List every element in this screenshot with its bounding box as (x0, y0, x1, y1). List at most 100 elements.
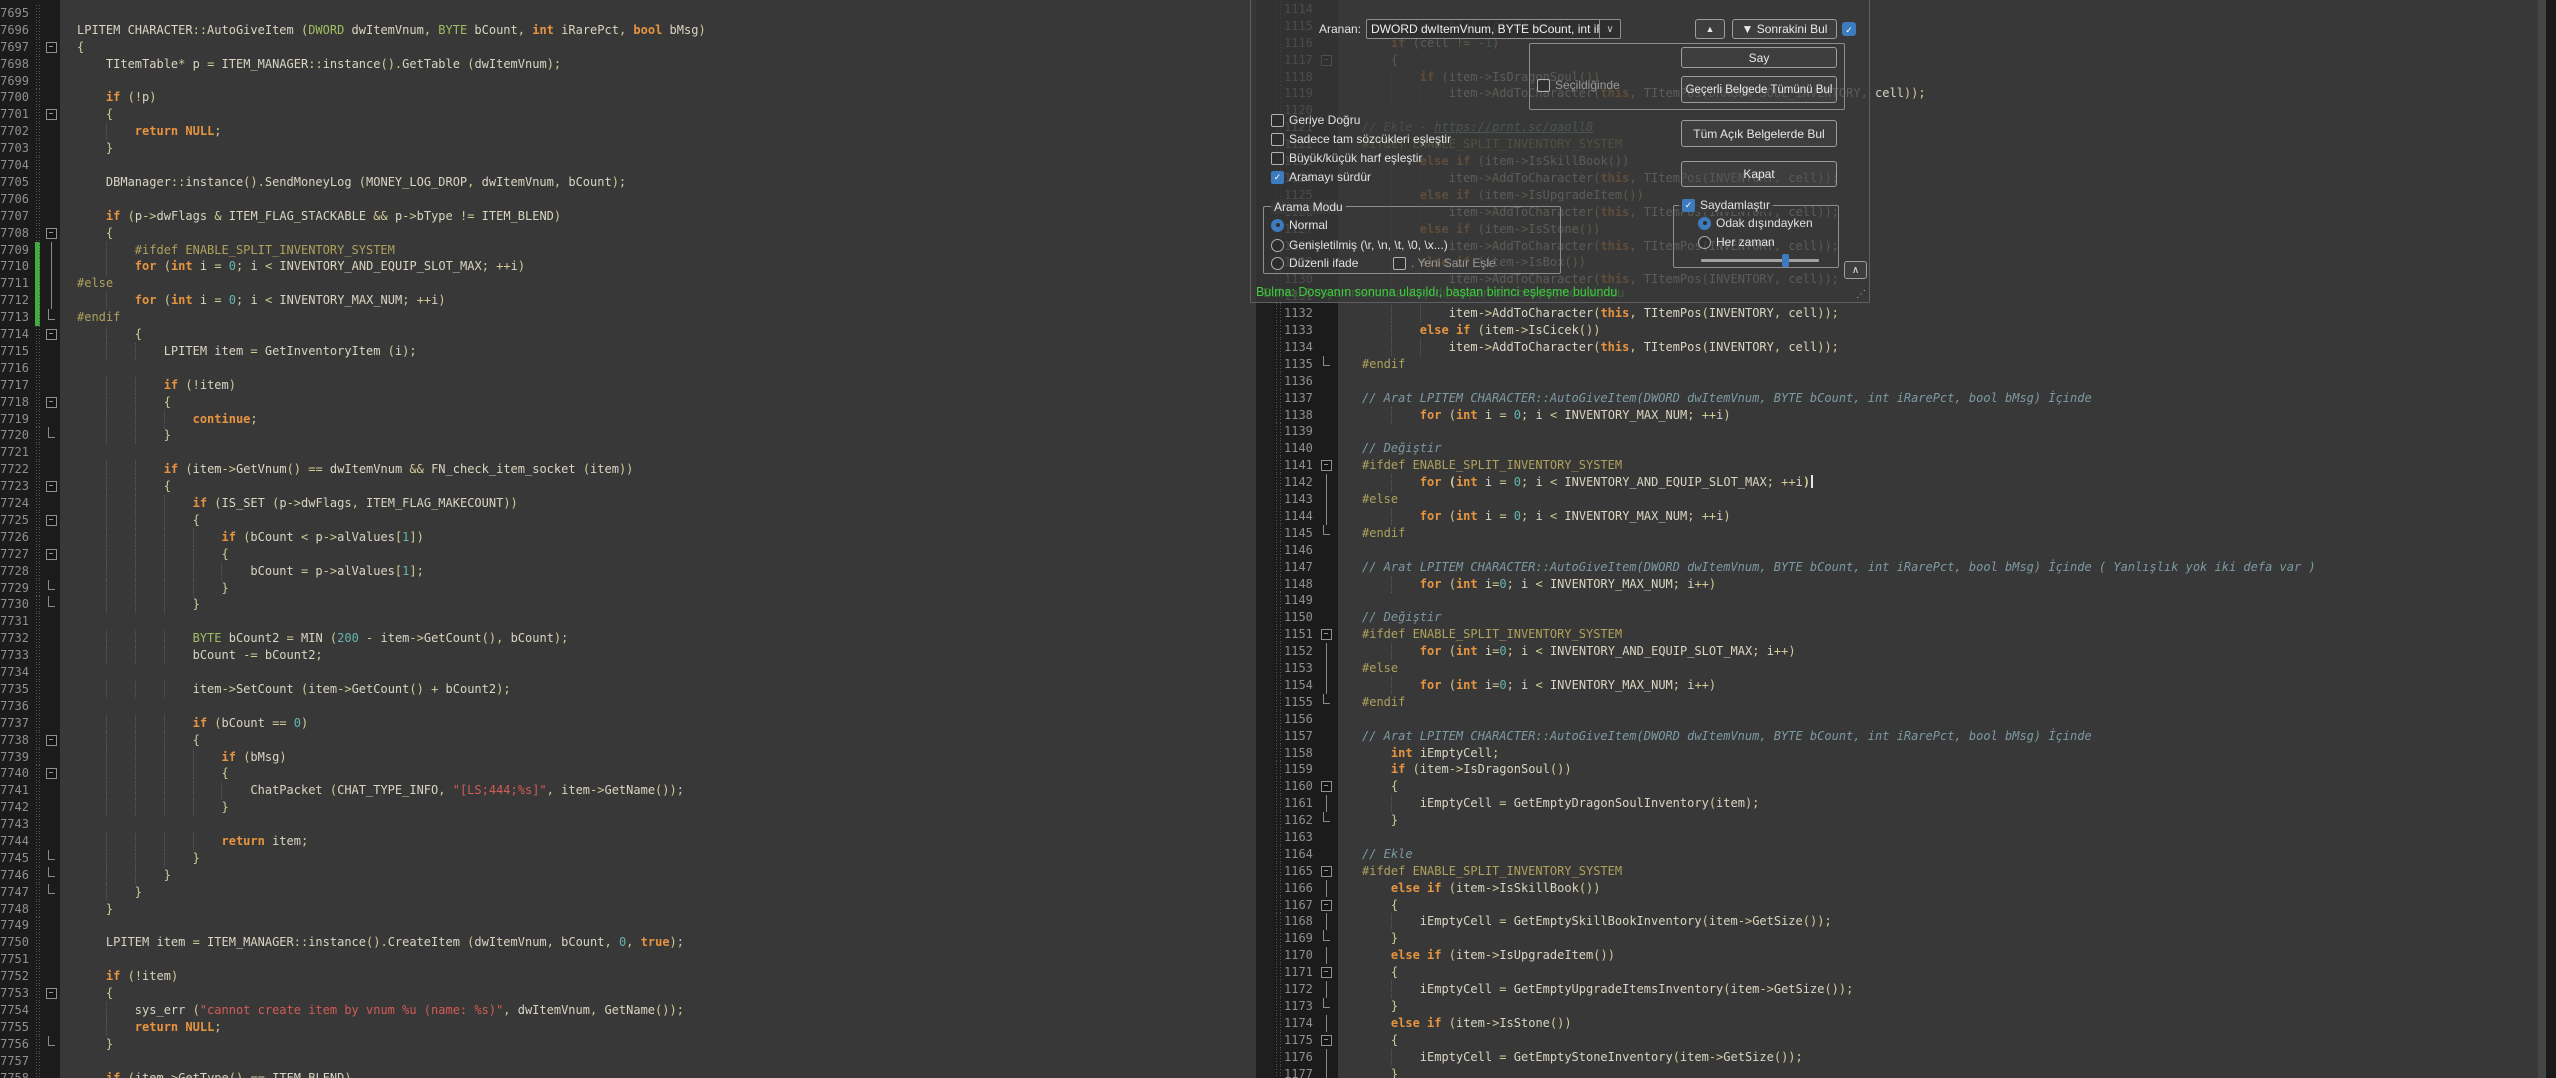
fold-margin[interactable]: − (42, 225, 60, 242)
code-text[interactable]: { (60, 732, 1256, 749)
code-text[interactable]: // Değiştir (1338, 609, 2538, 626)
line-number[interactable]: 1160 (1284, 778, 1314, 795)
line-number[interactable]: 7695 (0, 5, 34, 22)
code-text[interactable]: } (60, 1036, 1256, 1053)
code-line[interactable]: 7716 (0, 360, 1256, 377)
code-text[interactable]: iEmptyCell = GetEmptyUpgradeItemsInvento… (1338, 981, 2538, 998)
wrap-around-checkbox[interactable]: ✓ Aramayı sürdür (1271, 170, 1371, 184)
line-number[interactable]: 7743 (0, 816, 34, 833)
code-line[interactable]: 7745 } (0, 850, 1256, 867)
fold-margin[interactable] (42, 901, 60, 918)
code-line[interactable]: 1134 item->AddToCharacter(this, TItemPos… (1274, 339, 2538, 356)
code-line[interactable]: 7744 return item; (0, 833, 1256, 850)
line-number[interactable]: 7744 (0, 833, 34, 850)
code-line[interactable]: 7750 LPITEM item = ITEM_MANAGER::instanc… (0, 934, 1256, 951)
fold-collapse-icon[interactable]: − (1321, 967, 1332, 978)
code-line[interactable]: 7749 (0, 917, 1256, 934)
fold-margin[interactable] (1314, 947, 1338, 964)
code-text[interactable]: if (!item) (60, 968, 1256, 985)
code-text[interactable]: // Değiştir (1338, 440, 2538, 457)
transparency-checkbox[interactable]: ✓ Saydamlaştır (1679, 198, 1773, 212)
fold-margin[interactable] (1314, 407, 1338, 424)
fold-collapse-icon[interactable]: − (46, 515, 57, 526)
code-text[interactable]: if (bCount < p->alValues[1]) (60, 529, 1256, 546)
line-number[interactable]: 1135 (1284, 356, 1314, 373)
code-line[interactable]: 7714− { (0, 326, 1256, 343)
code-text[interactable]: for (int i = 0; i < INVENTORY_MAX_NUM; +… (1338, 407, 2538, 424)
line-number[interactable]: 1145 (1284, 525, 1314, 542)
collapse-button[interactable]: ∧ (1844, 261, 1867, 279)
code-line[interactable]: 1171− { (1274, 964, 2538, 981)
line-number[interactable]: 1150 (1284, 609, 1314, 626)
fold-margin[interactable]: − (1314, 457, 1338, 474)
fold-margin[interactable]: − (42, 985, 60, 1002)
match-case-checkbox[interactable]: Büyük/küçük harf eşleştir (1271, 151, 1422, 165)
match-case-box-icon[interactable] (1271, 152, 1284, 165)
fold-margin[interactable] (42, 73, 60, 90)
line-number[interactable]: 7731 (0, 613, 34, 630)
code-text[interactable]: } (1338, 1066, 2538, 1078)
code-text[interactable]: } (1338, 812, 2538, 829)
fold-collapse-icon[interactable]: − (46, 768, 57, 779)
fold-margin[interactable] (1314, 981, 1338, 998)
code-text[interactable]: } (60, 901, 1256, 918)
code-text[interactable]: if (bCount == 0) (60, 715, 1256, 732)
code-line[interactable]: 7758 if (item->GetType() == ITEM_BLEND) (0, 1070, 1256, 1078)
fold-margin[interactable]: − (42, 546, 60, 563)
in-selection-checkbox[interactable]: Seçildiğinde (1537, 78, 1620, 92)
fold-margin[interactable] (42, 850, 60, 867)
code-line[interactable]: 1155#endif (1274, 694, 2538, 711)
line-number[interactable]: 1149 (1284, 592, 1314, 609)
code-line[interactable]: 7722 if (item->GetVnum() == dwItemVnum &… (0, 461, 1256, 478)
fold-margin[interactable]: − (1314, 1032, 1338, 1049)
code-line[interactable]: 7756 } (0, 1036, 1256, 1053)
fold-margin[interactable]: − (1314, 626, 1338, 643)
code-line[interactable]: 7697−{ (0, 39, 1256, 56)
fold-margin[interactable] (1314, 508, 1338, 525)
code-text[interactable]: #else (60, 275, 1256, 292)
line-number[interactable]: 1166 (1284, 880, 1314, 897)
code-text[interactable]: else if (item->IsSkillBook()) (1338, 880, 2538, 897)
line-number[interactable]: 7737 (0, 715, 34, 732)
fold-margin[interactable] (42, 411, 60, 428)
line-number[interactable]: 1168 (1284, 913, 1314, 930)
code-line[interactable]: 7720 } (0, 427, 1256, 444)
line-number[interactable]: 7730 (0, 596, 34, 613)
code-line[interactable]: 7708− { (0, 225, 1256, 242)
code-text[interactable]: } (1338, 930, 2538, 947)
line-number[interactable]: 7727 (0, 546, 34, 563)
line-number[interactable]: 7705 (0, 174, 34, 191)
code-line[interactable]: 1169 } (1274, 930, 2538, 947)
line-number[interactable]: 7706 (0, 191, 34, 208)
fold-margin[interactable] (42, 816, 60, 833)
line-number[interactable]: 1176 (1284, 1049, 1314, 1066)
fold-margin[interactable] (1314, 846, 1338, 863)
line-number[interactable]: 7750 (0, 934, 34, 951)
code-text[interactable]: #endif (1338, 694, 2538, 711)
line-number[interactable]: 7756 (0, 1036, 34, 1053)
code-line[interactable]: 1158 int iEmptyCell; (1274, 745, 2538, 762)
code-text[interactable]: if (!p) (60, 89, 1256, 106)
always-radio-icon[interactable] (1698, 236, 1711, 249)
fold-collapse-icon[interactable]: − (1321, 900, 1332, 911)
fold-margin[interactable] (42, 681, 60, 698)
code-line[interactable]: 7727− { (0, 546, 1256, 563)
code-text[interactable] (60, 664, 1256, 681)
code-line[interactable]: 1149 (1274, 592, 2538, 609)
code-text[interactable]: ChatPacket (CHAT_TYPE_INFO, "[LS;444;%s]… (60, 782, 1256, 799)
code-line[interactable]: 7752 if (!item) (0, 968, 1256, 985)
code-line[interactable]: 7747 } (0, 884, 1256, 901)
whole-word-box-icon[interactable] (1271, 133, 1284, 146)
code-text[interactable]: // Arat LPITEM CHARACTER::AutoGiveItem(D… (1338, 390, 2538, 407)
line-number[interactable]: 1141 (1284, 457, 1314, 474)
line-number[interactable]: 7740 (0, 765, 34, 782)
code-text[interactable] (1338, 711, 2538, 728)
line-number[interactable]: 1133 (1284, 322, 1314, 339)
line-number[interactable]: 1152 (1284, 643, 1314, 660)
mode-regex-radio-icon[interactable] (1271, 257, 1284, 270)
fold-margin[interactable] (42, 1002, 60, 1019)
code-text[interactable]: // Arat LPITEM CHARACTER::AutoGiveItem(D… (1338, 728, 2538, 745)
code-text[interactable]: LPITEM item = GetInventoryItem (i); (60, 343, 1256, 360)
code-text[interactable]: for (int i=0; i < INVENTORY_AND_EQUIP_SL… (1338, 643, 2538, 660)
code-line[interactable]: 1163 (1274, 829, 2538, 846)
